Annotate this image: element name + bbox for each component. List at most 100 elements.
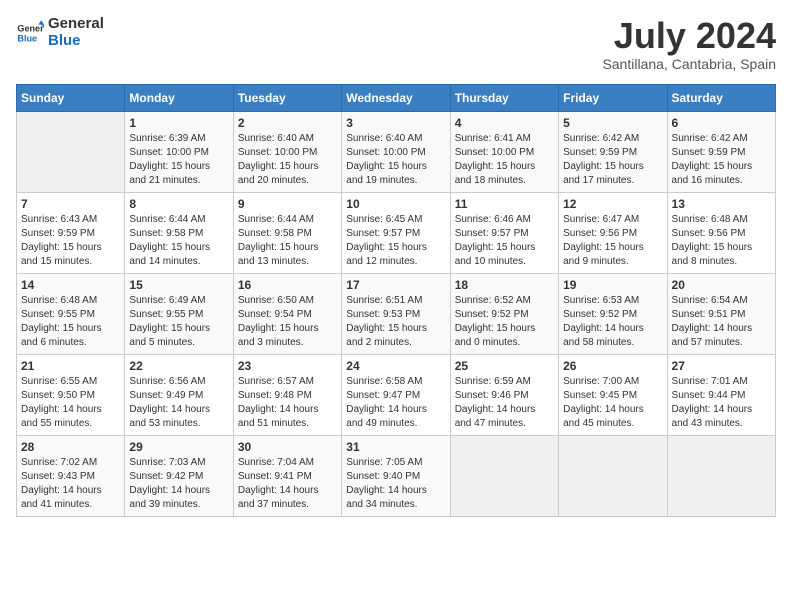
day-header-sunday: Sunday (17, 84, 125, 111)
day-info: Sunrise: 6:40 AM Sunset: 10:00 PM Daylig… (346, 132, 445, 188)
day-number: 1 (129, 116, 228, 130)
day-info: Sunrise: 6:51 AM Sunset: 9:53 PM Dayligh… (346, 294, 445, 350)
day-cell: 4 Sunrise: 6:41 AM Sunset: 10:00 PM Dayli… (450, 111, 558, 192)
day-info: Sunrise: 7:00 AM Sunset: 9:45 PM Dayligh… (563, 375, 662, 431)
day-cell: 23 Sunrise: 6:57 AM Sunset: 9:48 PM Dayli… (233, 354, 341, 435)
day-header-monday: Monday (125, 84, 233, 111)
day-info: Sunrise: 6:56 AM Sunset: 9:49 PM Dayligh… (129, 375, 228, 431)
day-info: Sunrise: 7:01 AM Sunset: 9:44 PM Dayligh… (672, 375, 771, 431)
day-cell: 14 Sunrise: 6:48 AM Sunset: 9:55 PM Dayli… (17, 273, 125, 354)
day-number: 8 (129, 197, 228, 211)
day-info: Sunrise: 6:44 AM Sunset: 9:58 PM Dayligh… (238, 213, 337, 269)
day-cell: 31 Sunrise: 7:05 AM Sunset: 9:40 PM Dayli… (342, 435, 450, 516)
title-block: July 2024 Santillana, Cantabria, Spain (602, 16, 776, 72)
day-header-tuesday: Tuesday (233, 84, 341, 111)
logo-line2: Blue (48, 33, 104, 50)
day-number: 31 (346, 440, 445, 454)
day-cell: 13Sunrise: 6:48 AM Sunset: 9:56 PM Dayli… (667, 192, 775, 273)
day-cell (450, 435, 558, 516)
week-row-2: 7 Sunrise: 6:43 AM Sunset: 9:59 PM Daylig… (17, 192, 776, 273)
day-cell: 6 Sunrise: 6:42 AM Sunset: 9:59 PM Daylig… (667, 111, 775, 192)
day-info: Sunrise: 6:50 AM Sunset: 9:54 PM Dayligh… (238, 294, 337, 350)
day-header-friday: Friday (559, 84, 667, 111)
day-cell: 18 Sunrise: 6:52 AM Sunset: 9:52 PM Dayli… (450, 273, 558, 354)
day-number: 14 (21, 278, 120, 292)
day-number: 4 (455, 116, 554, 130)
day-cell: 30Sunrise: 7:04 AM Sunset: 9:41 PM Dayli… (233, 435, 341, 516)
day-number: 24 (346, 359, 445, 373)
week-row-1: 1 Sunrise: 6:39 AM Sunset: 10:00 PM Dayli… (17, 111, 776, 192)
day-info: Sunrise: 6:47 AM Sunset: 9:56 PM Dayligh… (563, 213, 662, 269)
day-cell: 20Sunrise: 6:54 AM Sunset: 9:51 PM Dayli… (667, 273, 775, 354)
day-info: Sunrise: 6:48 AM Sunset: 9:55 PM Dayligh… (21, 294, 120, 350)
day-cell: 26Sunrise: 7:00 AM Sunset: 9:45 PM Dayli… (559, 354, 667, 435)
day-info: Sunrise: 6:48 AM Sunset: 9:56 PM Dayligh… (672, 213, 771, 269)
day-info: Sunrise: 7:04 AM Sunset: 9:41 PM Dayligh… (238, 456, 337, 512)
day-header-thursday: Thursday (450, 84, 558, 111)
day-info: Sunrise: 6:57 AM Sunset: 9:48 PM Dayligh… (238, 375, 337, 431)
week-row-4: 21Sunrise: 6:55 AM Sunset: 9:50 PM Dayli… (17, 354, 776, 435)
week-row-5: 28Sunrise: 7:02 AM Sunset: 9:43 PM Dayli… (17, 435, 776, 516)
day-cell: 1 Sunrise: 6:39 AM Sunset: 10:00 PM Dayli… (125, 111, 233, 192)
day-info: Sunrise: 6:40 AM Sunset: 10:00 PM Daylig… (238, 132, 337, 188)
day-info: Sunrise: 6:59 AM Sunset: 9:46 PM Dayligh… (455, 375, 554, 431)
day-number: 21 (21, 359, 120, 373)
day-info: Sunrise: 7:02 AM Sunset: 9:43 PM Dayligh… (21, 456, 120, 512)
day-cell (559, 435, 667, 516)
day-number: 18 (455, 278, 554, 292)
day-number: 27 (672, 359, 771, 373)
day-info: Sunrise: 6:44 AM Sunset: 9:58 PM Dayligh… (129, 213, 228, 269)
day-number: 15 (129, 278, 228, 292)
day-number: 23 (238, 359, 337, 373)
day-info: Sunrise: 6:42 AM Sunset: 9:59 PM Dayligh… (563, 132, 662, 188)
day-info: Sunrise: 6:52 AM Sunset: 9:52 PM Dayligh… (455, 294, 554, 350)
day-number: 2 (238, 116, 337, 130)
day-number: 16 (238, 278, 337, 292)
day-info: Sunrise: 6:46 AM Sunset: 9:57 PM Dayligh… (455, 213, 554, 269)
month-title: July 2024 (602, 16, 776, 56)
day-info: Sunrise: 7:05 AM Sunset: 9:40 PM Dayligh… (346, 456, 445, 512)
day-info: Sunrise: 6:53 AM Sunset: 9:52 PM Dayligh… (563, 294, 662, 350)
day-number: 9 (238, 197, 337, 211)
calendar-header: SundayMondayTuesdayWednesdayThursdayFrid… (17, 84, 776, 111)
day-cell: 24Sunrise: 6:58 AM Sunset: 9:47 PM Dayli… (342, 354, 450, 435)
svg-text:Blue: Blue (17, 33, 37, 43)
day-info: Sunrise: 6:45 AM Sunset: 9:57 PM Dayligh… (346, 213, 445, 269)
day-cell (17, 111, 125, 192)
day-info: Sunrise: 6:39 AM Sunset: 10:00 PM Daylig… (129, 132, 228, 188)
day-cell: 11Sunrise: 6:46 AM Sunset: 9:57 PM Dayli… (450, 192, 558, 273)
day-cell: 7 Sunrise: 6:43 AM Sunset: 9:59 PM Daylig… (17, 192, 125, 273)
location-subtitle: Santillana, Cantabria, Spain (602, 56, 776, 72)
day-info: Sunrise: 6:41 AM Sunset: 10:00 PM Daylig… (455, 132, 554, 188)
page-header: General Blue General Blue July 2024 Sant… (16, 16, 776, 72)
day-cell: 10 Sunrise: 6:45 AM Sunset: 9:57 PM Dayli… (342, 192, 450, 273)
day-cell: 17 Sunrise: 6:51 AM Sunset: 9:53 PM Dayli… (342, 273, 450, 354)
day-cell: 29Sunrise: 7:03 AM Sunset: 9:42 PM Dayli… (125, 435, 233, 516)
day-cell: 22 Sunrise: 6:56 AM Sunset: 9:49 PM Dayli… (125, 354, 233, 435)
day-cell: 16 Sunrise: 6:50 AM Sunset: 9:54 PM Dayli… (233, 273, 341, 354)
day-number: 17 (346, 278, 445, 292)
logo: General Blue General Blue (16, 16, 104, 49)
day-number: 12 (563, 197, 662, 211)
day-info: Sunrise: 7:03 AM Sunset: 9:42 PM Dayligh… (129, 456, 228, 512)
day-header-wednesday: Wednesday (342, 84, 450, 111)
svg-text:General: General (17, 23, 44, 33)
logo-line1: General (48, 16, 104, 33)
day-number: 7 (21, 197, 120, 211)
day-cell: 2 Sunrise: 6:40 AM Sunset: 10:00 PM Dayli… (233, 111, 341, 192)
day-info: Sunrise: 6:42 AM Sunset: 9:59 PM Dayligh… (672, 132, 771, 188)
day-number: 19 (563, 278, 662, 292)
day-cell: 21Sunrise: 6:55 AM Sunset: 9:50 PM Dayli… (17, 354, 125, 435)
day-info: Sunrise: 6:43 AM Sunset: 9:59 PM Dayligh… (21, 213, 120, 269)
day-number: 10 (346, 197, 445, 211)
day-number: 20 (672, 278, 771, 292)
day-info: Sunrise: 6:49 AM Sunset: 9:55 PM Dayligh… (129, 294, 228, 350)
day-number: 6 (672, 116, 771, 130)
day-cell (667, 435, 775, 516)
day-cell: 12 Sunrise: 6:47 AM Sunset: 9:56 PM Dayli… (559, 192, 667, 273)
day-number: 3 (346, 116, 445, 130)
day-cell: 15 Sunrise: 6:49 AM Sunset: 9:55 PM Dayli… (125, 273, 233, 354)
day-number: 22 (129, 359, 228, 373)
day-cell: 8 Sunrise: 6:44 AM Sunset: 9:58 PM Daylig… (125, 192, 233, 273)
day-cell: 19 Sunrise: 6:53 AM Sunset: 9:52 PM Dayli… (559, 273, 667, 354)
